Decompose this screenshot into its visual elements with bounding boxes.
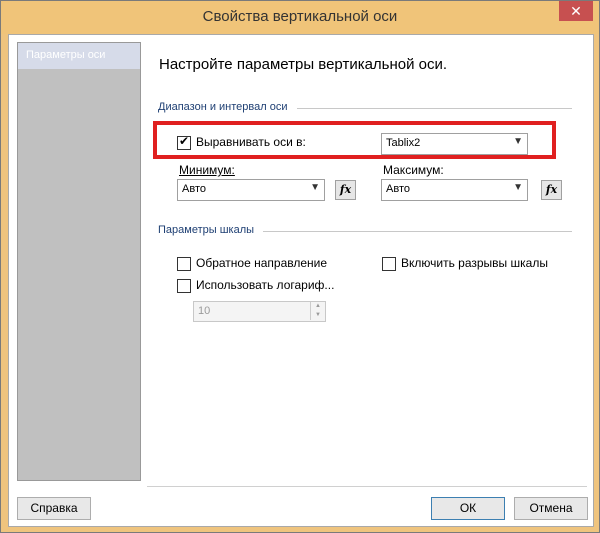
log-scale-checkbox[interactable] [177,279,191,293]
sidebar: Параметры оси [17,42,141,481]
minimum-label: Минимум: [179,163,235,177]
dialog-window: Свойства вертикальной оси ✕ Параметры ос… [0,0,600,533]
page-title: Настройте параметры вертикальной оси. [159,56,448,73]
maximum-value: Авто [386,183,410,195]
help-button[interactable]: Справка [17,497,91,520]
footer-divider [147,486,587,487]
reverse-direction-label: Обратное направление [196,256,328,270]
log-scale-label: Использовать логариф... [196,278,335,292]
cancel-button[interactable]: Отмена [514,497,588,520]
maximum-label: Максимум: [383,163,444,177]
window-title: Свойства вертикальной оси [202,8,398,25]
minimum-value: Авто [182,183,206,195]
minimum-fx-button[interactable]: fx [335,180,356,200]
maximum-fx-button[interactable]: fx [541,180,562,200]
reverse-direction-checkbox[interactable] [177,257,191,271]
sidebar-item-axis-options[interactable]: Параметры оси [18,43,140,69]
scale-group-title: Параметры шкалы [158,224,255,236]
spin-down-icon[interactable]: ▼ [310,311,325,320]
maximum-select[interactable]: Авто ▼ [381,179,528,201]
chevron-down-icon: ▼ [513,182,523,193]
title-bar: Свойства вертикальной оси ✕ [1,1,599,34]
scale-group-divider [263,231,572,232]
range-group-divider [297,108,572,109]
spin-up-icon[interactable]: ▲ [310,302,325,311]
highlight-box [153,121,556,159]
log-base-spinner[interactable]: 10 ▲ ▼ [193,301,326,322]
range-group-title: Диапазон и интервал оси [158,101,288,113]
chevron-down-icon: ▼ [310,182,320,193]
scale-breaks-checkbox[interactable] [382,257,396,271]
sidebar-item-label: Параметры оси [26,49,106,61]
minimum-select[interactable]: Авто ▼ [177,179,325,201]
ok-button[interactable]: ОК [431,497,505,520]
scale-breaks-label: Включить разрывы шкалы [401,256,548,270]
close-button[interactable]: ✕ [559,1,593,21]
dialog-client: Параметры оси Настройте параметры вертик… [8,34,594,527]
log-base-value: 10 [198,305,211,317]
minimum-label-text: Минимум: [179,163,235,177]
